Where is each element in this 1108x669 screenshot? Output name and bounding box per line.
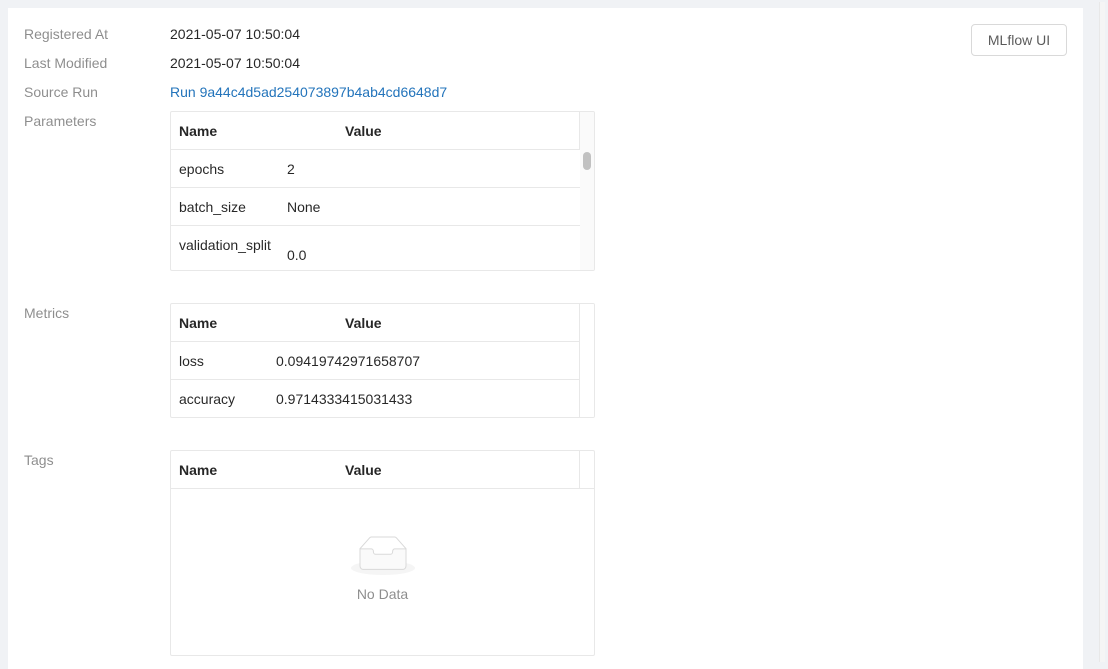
tags-value-column[interactable]: Value (345, 461, 382, 479)
table-row: epochs 2 (171, 150, 594, 188)
param-value: 0.0 (287, 247, 307, 263)
metrics-value-column[interactable]: Value (345, 314, 382, 332)
parameters-name-column[interactable]: Name (179, 122, 217, 140)
mlflow-ui-button[interactable]: MLflow UI (971, 24, 1067, 56)
metrics-scrollbar (580, 304, 594, 417)
metric-name: accuracy (179, 391, 236, 407)
registered-at-value: 2021-05-07 10:50:04 (170, 26, 300, 42)
parameters-scrollbar-thumb[interactable] (583, 152, 591, 170)
param-name: batch_size (179, 199, 246, 215)
parameters-table-header: Name Value (171, 112, 594, 150)
tags-table[interactable]: Name Value No Data (170, 450, 595, 656)
metric-value: 0.09419742971658707 (276, 353, 421, 369)
table-row: validation_split 0.0 (171, 226, 594, 270)
model-version-details-panel: Registered At 2021-05-07 10:50:04 Last M… (8, 8, 1083, 669)
param-name: epochs (179, 161, 225, 177)
source-run-link[interactable]: Run 9a44c4d5ad254073897b4ab4cd6648d7 (170, 81, 447, 103)
param-value: None (287, 199, 321, 215)
param-name: validation_split (179, 237, 271, 253)
table-row: batch_size None (171, 188, 594, 226)
tags-empty-text: No Data (356, 586, 409, 602)
table-row: accuracy 0.9714333415031433 (171, 380, 594, 417)
registered-at-label: Registered At (24, 26, 109, 42)
page-scrollbar[interactable] (1096, 0, 1108, 669)
inbox-icon (351, 536, 415, 575)
tags-label: Tags (24, 452, 54, 468)
last-modified-label: Last Modified (24, 55, 108, 71)
tags-name-column[interactable]: Name (179, 461, 217, 479)
page-scrollbar-track[interactable] (1099, 2, 1105, 662)
metric-value: 0.9714333415031433 (276, 391, 413, 407)
metrics-label: Metrics (24, 305, 70, 321)
metrics-table-header: Name Value (171, 304, 594, 342)
parameters-label: Parameters (24, 113, 97, 129)
parameters-value-column[interactable]: Value (345, 122, 382, 140)
source-run-label: Source Run (24, 84, 98, 100)
metrics-table[interactable]: Name Value loss 0.09419742971658707 accu… (170, 303, 595, 418)
param-value: 2 (287, 161, 295, 177)
parameters-scrollbar[interactable] (580, 112, 594, 270)
metrics-name-column[interactable]: Name (179, 314, 217, 332)
tags-table-header: Name Value (171, 451, 594, 489)
table-row: loss 0.09419742971658707 (171, 342, 594, 380)
metric-name: loss (179, 353, 204, 369)
last-modified-value: 2021-05-07 10:50:04 (170, 55, 300, 71)
tags-empty-state: No Data (171, 489, 594, 655)
parameters-table[interactable]: Name Value epochs 2 batch_size None vali… (170, 111, 595, 271)
